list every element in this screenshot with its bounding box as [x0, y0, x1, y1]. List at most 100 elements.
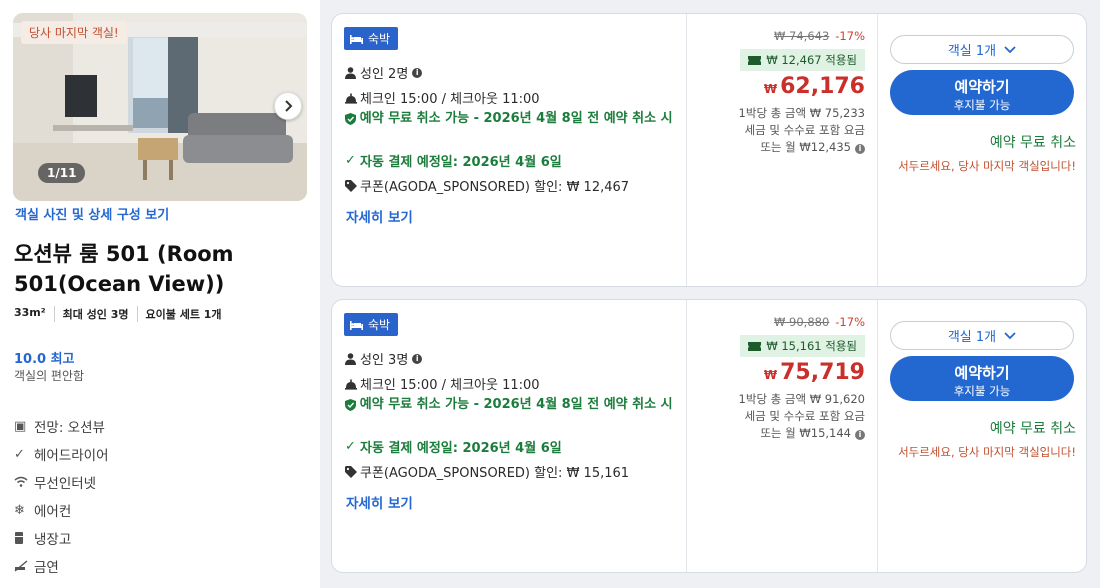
discount-percent: -17%: [835, 29, 865, 43]
autopay-text: 자동 결제 예정일: 2026년 4월 6일: [360, 155, 562, 170]
column-divider: [686, 300, 687, 572]
currency-symbol: ₩: [763, 368, 778, 382]
room-count-value: 객실 1개: [947, 44, 997, 59]
pay-later-label: 후지불 가능: [953, 98, 1011, 112]
guests-text: 성인 3명: [360, 353, 409, 368]
guests-text: 성인 2명: [360, 67, 409, 82]
check-icon: ✓: [345, 439, 356, 454]
offer-card: 숙박 성인 3명 i 체크인 15:00 / 체크아웃 11:00 예약 무료 취…: [331, 299, 1087, 573]
chevron-down-icon: [1004, 331, 1016, 339]
amenity-item: 금연: [14, 552, 109, 580]
stay-tag: 숙박: [344, 27, 399, 50]
room-rating: 10.0 최고: [14, 352, 75, 367]
guests-line: 성인 2명 i: [345, 63, 423, 82]
tag-icon: [345, 179, 360, 192]
last-room-warning: 서두르세요, 당사 마지막 객실입니다!: [898, 445, 1076, 459]
column-divider: [877, 300, 878, 572]
amenity-label: 에어컨: [34, 504, 72, 520]
shield-check-icon: [345, 113, 360, 125]
view-icon: ▣: [14, 418, 27, 434]
coupon-text: 쿠폰(AGODA_SPONSORED) 할인: ₩ 15,161: [360, 466, 630, 481]
info-icon[interactable]: i: [412, 67, 423, 78]
amenity-item: 무선인터넷: [14, 468, 109, 496]
original-price: ₩ 74,643 -17%: [774, 29, 865, 43]
autopay-line: ✓ 자동 결제 예정일: 2026년 4월 6일: [345, 437, 562, 456]
bell-icon: [345, 92, 360, 104]
ticket-icon: [748, 55, 762, 65]
room-size: 33m²: [14, 306, 46, 319]
checkin-text: 체크인 15:00 / 체크아웃 11:00: [360, 378, 540, 393]
free-cancel-label: 예약 무료 취소: [989, 135, 1076, 151]
next-photo-button[interactable]: [274, 92, 302, 120]
amenity-label: 무선인터넷: [34, 476, 97, 492]
currency-symbol: ₩: [763, 82, 778, 96]
checkin-text: 체크인 15:00 / 체크아웃 11:00: [360, 92, 540, 107]
per-night-total: 1박당 총 금액 ₩ 91,620: [738, 392, 865, 406]
original-price: ₩ 90,880 -17%: [774, 315, 865, 329]
info-icon[interactable]: i: [412, 353, 423, 364]
bed-icon: [350, 320, 363, 330]
coupon-line: 쿠폰(AGODA_SPONSORED) 할인: ₩ 12,467: [345, 176, 629, 195]
no-smoking-icon: [14, 560, 34, 572]
room-photo[interactable]: 당사 마지막 객실! 1/11: [13, 13, 307, 201]
pay-later-label: 후지불 가능: [953, 384, 1011, 398]
chevron-down-icon: [1004, 45, 1016, 53]
coupon-applied-badge: ₩ 15,161 적용됨: [740, 335, 865, 357]
fridge-icon: [14, 531, 34, 545]
wifi-icon: [14, 476, 34, 488]
tax-note: 세금 및 수수료 포함 요금: [744, 409, 865, 423]
info-icon[interactable]: i: [855, 144, 865, 154]
ticket-icon: [748, 341, 762, 351]
photo-counter: 1/11: [38, 163, 86, 183]
details-link[interactable]: 자세히 보기: [346, 492, 413, 512]
autopay-text: 자동 결제 예정일: 2026년 4월 6일: [360, 441, 562, 456]
amenity-label: 냉장고: [34, 532, 72, 548]
info-icon[interactable]: i: [855, 430, 865, 440]
final-price: ₩75,719: [764, 360, 865, 385]
max-occupancy: 최대 성인 3명: [53, 306, 137, 322]
bedding: 요이불 세트 1개: [136, 306, 230, 322]
check-icon: ✓: [14, 446, 25, 462]
person-icon: [345, 66, 360, 79]
details-link[interactable]: 자세히 보기: [346, 206, 413, 226]
final-price: ₩62,176: [764, 74, 865, 99]
stay-tag-label: 숙박: [368, 32, 391, 46]
final-price-value: 62,176: [780, 74, 865, 99]
amenity-item: 냉장고: [14, 524, 109, 552]
amenity-item: ✓ 헤어드라이어: [14, 440, 109, 468]
checkin-line: 체크인 15:00 / 체크아웃 11:00: [345, 374, 540, 393]
coupon-applied-text: ₩ 15,161 적용됨: [766, 339, 857, 353]
cancel-policy-text: 예약 무료 취소 가능 - 2026년 4월 8일 전 예약 취소 시: [359, 397, 673, 412]
cancel-policy-line: 예약 무료 취소 가능 - 2026년 4월 8일 전 예약 취소 시: [345, 109, 675, 128]
book-button[interactable]: 예약하기 후지불 가능: [890, 356, 1074, 401]
last-room-badge: 당사 마지막 객실!: [21, 21, 127, 44]
free-cancel-label: 예약 무료 취소: [989, 421, 1076, 437]
coupon-applied-badge: ₩ 12,467 적용됨: [740, 49, 865, 71]
book-button-label: 예약하기: [954, 78, 1010, 96]
room-count-select[interactable]: 객실 1개: [890, 321, 1074, 350]
amenity-label: 헤어드라이어: [34, 448, 109, 464]
offer-card: 숙박 성인 2명 i 체크인 15:00 / 체크아웃 11:00 예약 무료 취…: [331, 13, 1087, 287]
original-price-value: ₩ 90,880: [774, 315, 830, 329]
coupon-text: 쿠폰(AGODA_SPONSORED) 할인: ₩ 12,467: [360, 180, 630, 195]
chevron-right-icon: [285, 100, 293, 112]
amenity-item: ❄ 에어컨: [14, 496, 109, 524]
checkin-line: 체크인 15:00 / 체크아웃 11:00: [345, 88, 540, 107]
book-button[interactable]: 예약하기 후지불 가능: [890, 70, 1074, 115]
cancel-policy-text: 예약 무료 취소 가능 - 2026년 4월 8일 전 예약 취소 시: [359, 111, 673, 126]
tag-icon: [345, 465, 360, 478]
snowflake-icon: ❄: [14, 502, 25, 518]
cancel-policy-line: 예약 무료 취소 가능 - 2026년 4월 8일 전 예약 취소 시: [345, 395, 675, 414]
room-photos-link[interactable]: 객실 사진 및 상세 구성 보기: [15, 204, 169, 223]
room-title: 오션뷰 룸 501 (Room 501(Ocean View)): [14, 242, 234, 296]
room-count-select[interactable]: 객실 1개: [890, 35, 1074, 64]
room-info-panel: 당사 마지막 객실! 1/11 객실 사진 및 상세 구성 보기 오션뷰 룸 5…: [0, 0, 320, 588]
monthly-payment: 또는 월 ₩15,144 i: [760, 425, 865, 441]
bell-icon: [345, 378, 360, 390]
column-divider: [877, 14, 878, 286]
shield-check-icon: [345, 399, 360, 411]
coupon-applied-text: ₩ 12,467 적용됨: [766, 53, 857, 67]
coupon-line: 쿠폰(AGODA_SPONSORED) 할인: ₩ 15,161: [345, 462, 629, 481]
room-count-value: 객실 1개: [947, 330, 997, 345]
tax-note: 세금 및 수수료 포함 요금: [744, 123, 865, 137]
